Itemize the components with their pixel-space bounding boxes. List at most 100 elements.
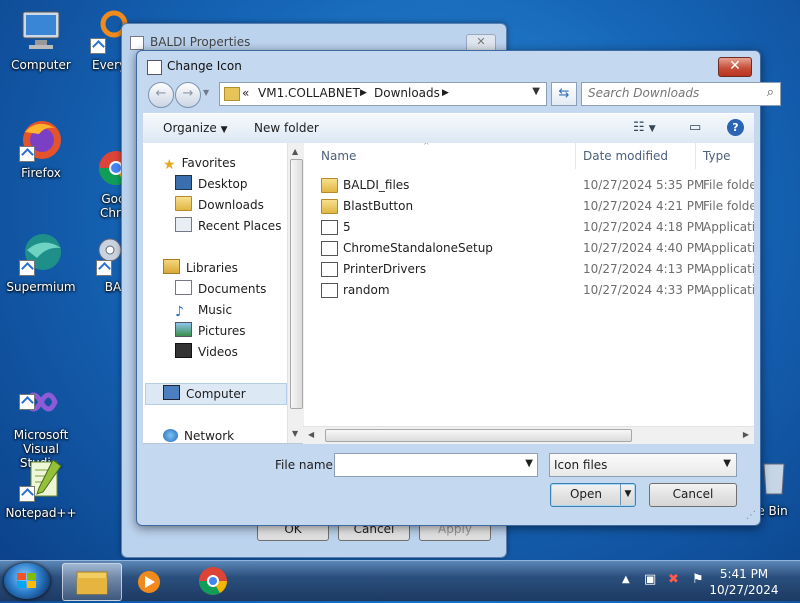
file-name-combobox[interactable]: ▼: [334, 453, 538, 477]
browser-pane: ★ Favorites Desktop Downloads Recent Plac…: [143, 143, 754, 444]
nav-videos[interactable]: Videos: [175, 343, 238, 361]
organize-button[interactable]: Organize ▼: [163, 121, 228, 135]
scroll-right-icon[interactable]: ▶: [743, 430, 749, 439]
shortcut-arrow-icon: [19, 486, 35, 502]
file-type-filter-value: Icon files: [554, 458, 608, 472]
address-bar[interactable]: « VM1.COLLABNET ▶ Downloads ▶ ▼: [219, 82, 547, 106]
windows-logo-icon: [17, 573, 36, 588]
column-header-type[interactable]: Type: [703, 149, 731, 163]
recycle-bin-icon: [758, 456, 798, 500]
recent-locations-dropdown[interactable]: ▼: [203, 88, 209, 97]
open-split-dropdown[interactable]: ▼: [620, 484, 635, 505]
flag-icon[interactable]: ⚑: [692, 572, 704, 587]
navigation-scrollbar[interactable]: ▲ ▼: [287, 143, 304, 443]
file-date: 10/27/2024 4:13 PM: [583, 262, 705, 276]
nav-favorites[interactable]: ★ Favorites: [163, 154, 236, 173]
file-name: 5: [343, 220, 351, 234]
show-hidden-icons-icon[interactable]: ▲: [622, 574, 630, 585]
folder-icon: [76, 571, 108, 595]
desktop-icon-chrome[interactable]: Goc Chro: [86, 118, 126, 234]
breadcrumb-separator-icon[interactable]: ▶: [360, 88, 367, 98]
cancel-button[interactable]: Cancel: [649, 483, 737, 507]
search-box[interactable]: ⌕: [581, 82, 781, 106]
nav-label: Downloads: [198, 198, 264, 212]
nav-network[interactable]: Network: [163, 427, 234, 443]
nav-pictures[interactable]: Pictures: [175, 322, 246, 340]
back-button[interactable]: ←: [148, 82, 174, 108]
file-type-filter[interactable]: Icon files ▼: [549, 453, 737, 477]
search-input[interactable]: [582, 83, 764, 103]
visual-studio-icon: [17, 366, 65, 412]
scrollbar-thumb[interactable]: [325, 429, 632, 442]
nav-documents[interactable]: Documents: [175, 280, 266, 298]
chevron-down-icon[interactable]: ▼: [532, 86, 540, 97]
back-arrow-icon: ←: [155, 86, 167, 101]
file-row[interactable]: 5 10/27/2024 4:18 PM Application: [303, 217, 754, 238]
desktop-icon-firefox[interactable]: Firefox: [2, 118, 80, 180]
nav-recent-places[interactable]: Recent Places: [175, 217, 281, 235]
desktop-icon-label: Notepad++: [5, 506, 77, 520]
open-button[interactable]: Open ▼: [550, 483, 636, 507]
breadcrumb-separator-icon[interactable]: ▶: [442, 88, 449, 98]
view-options-icon[interactable]: ☷ ▼: [633, 120, 656, 135]
media-player-icon: [138, 571, 160, 593]
clock-date: 10/27/2024: [709, 583, 779, 597]
desktop-icon-label: BA: [104, 280, 122, 294]
desktop-icon-computer[interactable]: Computer: [2, 10, 80, 72]
taskbar-explorer-button[interactable]: [62, 563, 122, 601]
file-name-input[interactable]: [335, 454, 523, 474]
breadcrumb-vm1-collabnet[interactable]: VM1.COLLABNET: [258, 86, 360, 100]
nav-music[interactable]: ♪ Music: [175, 301, 233, 320]
scroll-left-icon[interactable]: ◀: [308, 430, 314, 439]
column-header-name[interactable]: Name: [321, 149, 356, 163]
breadcrumb-overflow[interactable]: «: [242, 86, 249, 100]
preview-pane-icon[interactable]: ▭: [689, 120, 701, 135]
nav-downloads[interactable]: Downloads: [175, 196, 264, 214]
help-icon[interactable]: ?: [727, 119, 744, 136]
taskbar-media-player-button[interactable]: [122, 563, 180, 599]
nav-label: Desktop: [198, 177, 248, 191]
desktop-icon-notepadpp[interactable]: Notepad++: [2, 458, 80, 520]
file-row[interactable]: BALDI_files 10/27/2024 5:35 PM File fold…: [303, 175, 754, 196]
nav-desktop[interactable]: Desktop: [175, 175, 248, 193]
forward-button[interactable]: →: [175, 82, 201, 108]
file-name: random: [343, 283, 390, 297]
file-row[interactable]: random 10/27/2024 4:33 PM Application: [303, 280, 754, 301]
clock[interactable]: 5:41 PM 10/27/2024: [704, 566, 784, 598]
file-list-horizontal-scrollbar[interactable]: ◀ ▶: [303, 426, 754, 444]
breadcrumb-downloads[interactable]: Downloads: [374, 86, 440, 100]
computer-icon: [17, 10, 65, 54]
nav-computer[interactable]: Computer: [163, 385, 246, 403]
nav-label: Recent Places: [198, 219, 282, 233]
computer-icon: [163, 385, 180, 400]
folder-icon: [224, 87, 240, 101]
taskbar: ▲ ▣ ✖ ⚑ 5:41 PM 10/27/2024: [0, 560, 800, 601]
system-tray: ▲ ▣ ✖ ⚑ 5:41 PM 10/27/2024: [600, 561, 800, 601]
scroll-up-icon[interactable]: ▲: [292, 147, 298, 156]
dialog-close-button[interactable]: ✕: [718, 57, 752, 77]
folder-icon: [321, 178, 338, 193]
action-center-icon[interactable]: ▣: [644, 572, 656, 587]
file-type: Application: [703, 262, 754, 276]
file-row[interactable]: BlastButton 10/27/2024 4:21 PM File fold…: [303, 196, 754, 217]
supermium-icon: [17, 232, 65, 276]
new-folder-button[interactable]: New folder: [254, 121, 319, 135]
column-header-date[interactable]: Date modified: [583, 149, 668, 163]
start-button[interactable]: [4, 563, 50, 599]
taskbar-chrome-button[interactable]: [184, 563, 242, 599]
nav-libraries[interactable]: Libraries: [163, 259, 238, 277]
application-icon: [321, 283, 338, 298]
network-disconnected-icon[interactable]: ✖: [668, 572, 679, 587]
desktop-icon-supermium[interactable]: Supermium: [2, 232, 80, 294]
resize-grip-icon[interactable]: ⋰: [746, 510, 756, 521]
chevron-down-icon[interactable]: ▼: [525, 458, 533, 469]
folder-icon: [321, 199, 338, 214]
refresh-button[interactable]: ⇆: [551, 82, 577, 106]
chevron-down-icon: ▼: [220, 125, 228, 135]
scroll-down-icon[interactable]: ▼: [292, 429, 298, 438]
scrollbar-thumb[interactable]: [290, 159, 303, 409]
file-row[interactable]: PrinterDrivers 10/27/2024 4:13 PM Applic…: [303, 259, 754, 280]
nav-label: Music: [197, 303, 233, 317]
file-row[interactable]: ChromeStandaloneSetup 10/27/2024 4:40 PM…: [303, 238, 754, 259]
desktop-icon-baldi[interactable]: BA: [86, 232, 122, 294]
